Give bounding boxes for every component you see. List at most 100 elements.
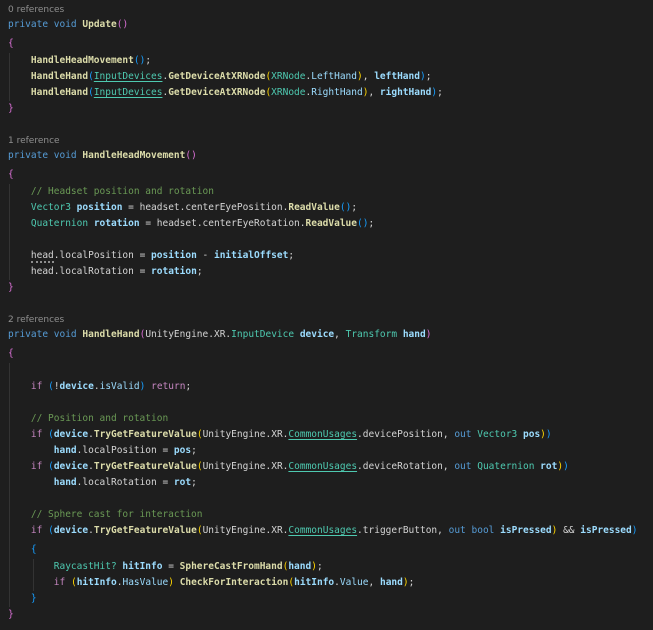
blank-line[interactable] bbox=[8, 117, 653, 133]
code-line[interactable]: Quaternion rotation = headset.centerEyeR… bbox=[8, 216, 653, 232]
code-line[interactable]: // Sphere cast for interaction bbox=[8, 507, 653, 523]
code-token: } bbox=[8, 282, 14, 293]
blank-line[interactable] bbox=[8, 491, 653, 507]
code-line[interactable]: head.localRotation = rotation; bbox=[8, 264, 653, 280]
code-token: HandleHeadMovement bbox=[82, 150, 186, 161]
code-line[interactable]: hand.localPosition = pos; bbox=[8, 443, 653, 459]
code-line[interactable]: HandleHeadMovement(); bbox=[8, 53, 653, 69]
code-token: head bbox=[30, 250, 54, 263]
code-token: ; bbox=[196, 266, 203, 277]
code-token: { bbox=[30, 544, 37, 555]
code-token: Vector3 bbox=[30, 202, 71, 213]
code-area[interactable]: 0 references private void Update() { Handl… bbox=[0, 0, 653, 630]
code-line[interactable]: } bbox=[8, 591, 653, 607]
code-line[interactable]: private void HandleHand(UnityEngine.XR.I… bbox=[8, 327, 653, 343]
code-line[interactable]: { bbox=[8, 343, 653, 363]
code-line[interactable]: if (device.TryGetFeatureValue(UnityEngin… bbox=[8, 459, 653, 475]
code-line[interactable]: } bbox=[8, 607, 653, 623]
code-token: ; bbox=[191, 445, 197, 456]
code-token: UnityEngine bbox=[202, 525, 266, 536]
code-line[interactable]: // Headset position and rotation bbox=[8, 184, 653, 200]
code-line[interactable]: HandleHand(InputDevices.GetDeviceAtXRNod… bbox=[8, 69, 653, 85]
code-line[interactable]: // Position and rotation bbox=[8, 411, 653, 427]
code-line[interactable]: private void Update() bbox=[8, 17, 653, 33]
code-token: InputDevice bbox=[231, 329, 295, 340]
codelens-label: 0 references bbox=[8, 5, 65, 15]
code-token: = bbox=[139, 218, 157, 229]
blank-line[interactable] bbox=[8, 232, 653, 248]
code-line[interactable]: } bbox=[8, 101, 653, 117]
code-token: ; bbox=[368, 218, 375, 229]
code-token: bool bbox=[471, 525, 495, 536]
code-line[interactable]: { bbox=[8, 539, 653, 559]
code-token: ; bbox=[408, 577, 415, 588]
code-line[interactable]: RaycastHit? hitInfo = SphereCastFromHand… bbox=[8, 559, 653, 575]
code-token: = bbox=[133, 250, 152, 261]
codelens-reference-count[interactable]: 2 references bbox=[8, 312, 653, 327]
code-token: localRotation bbox=[82, 477, 157, 488]
code-token: HandleHand bbox=[82, 329, 140, 340]
code-token: if bbox=[30, 429, 43, 440]
code-token: hand bbox=[288, 561, 312, 572]
code-token: if bbox=[30, 525, 43, 536]
indent-guide bbox=[9, 379, 10, 395]
code-token: head bbox=[30, 266, 54, 277]
code-token: ) bbox=[563, 461, 569, 472]
code-token: localPosition bbox=[82, 445, 157, 456]
code-line[interactable]: { bbox=[8, 164, 653, 184]
code-token: CommonUsages bbox=[288, 461, 358, 472]
code-token: HandleHand bbox=[30, 87, 89, 98]
code-token: Transform bbox=[345, 329, 398, 340]
code-line[interactable]: if (!device.isValid) return; bbox=[8, 379, 653, 395]
code-token: CommonUsages bbox=[288, 525, 358, 536]
code-token: XRNode bbox=[271, 87, 306, 98]
indent-guide bbox=[9, 53, 10, 69]
indent-guide bbox=[33, 575, 34, 591]
codelens-reference-count[interactable]: 0 references bbox=[8, 2, 653, 17]
code-token: XRNode bbox=[271, 71, 306, 82]
code-line[interactable]: private void HandleHeadMovement() bbox=[8, 148, 653, 164]
code-token: HasValue bbox=[122, 577, 169, 588]
blank-line[interactable] bbox=[8, 363, 653, 379]
code-token: = bbox=[162, 561, 180, 572]
code-token: ReadValue bbox=[288, 202, 340, 213]
blank-line[interactable] bbox=[8, 395, 653, 411]
code-line[interactable]: Vector3 position = headset.centerEyePosi… bbox=[8, 200, 653, 216]
indent-guide bbox=[9, 264, 10, 280]
code-token: hand bbox=[379, 577, 403, 588]
code-token: rightHand bbox=[379, 87, 432, 98]
code-token: XR bbox=[271, 525, 283, 536]
indent-guide bbox=[9, 539, 10, 559]
code-token: - bbox=[196, 250, 214, 261]
indent-guide bbox=[9, 232, 10, 248]
code-token: out bbox=[448, 525, 472, 536]
code-token: RaycastHit? bbox=[53, 561, 117, 572]
code-line[interactable]: head.localPosition = position - initialO… bbox=[8, 248, 653, 264]
code-line[interactable]: if (device.TryGetFeatureValue(UnityEngin… bbox=[8, 523, 653, 539]
code-token: pos bbox=[173, 445, 192, 456]
codelens-reference-count[interactable]: 1 reference bbox=[8, 133, 653, 148]
code-line[interactable]: if (hitInfo.HasValue) CheckForInteractio… bbox=[8, 575, 653, 591]
code-token: UnityEngine bbox=[202, 461, 266, 472]
indent-guide bbox=[9, 559, 10, 575]
code-token: if bbox=[30, 381, 43, 392]
code-line[interactable]: hand.localRotation = rot; bbox=[8, 475, 653, 491]
comment-token: // Sphere cast for interaction bbox=[30, 509, 203, 520]
code-line[interactable]: { bbox=[8, 33, 653, 53]
code-line[interactable]: HandleHand(InputDevices.GetDeviceAtXRNod… bbox=[8, 85, 653, 101]
code-token: = bbox=[156, 445, 174, 456]
code-token: Value bbox=[339, 577, 369, 588]
code-line[interactable]: if (device.TryGetFeatureValue(UnityEngin… bbox=[8, 427, 653, 443]
blank-line[interactable] bbox=[8, 296, 653, 312]
code-token: rotation bbox=[151, 266, 197, 277]
indent-guide bbox=[9, 248, 10, 264]
code-token: ) bbox=[122, 19, 129, 30]
indent-guide bbox=[9, 427, 10, 443]
code-line[interactable]: } bbox=[8, 280, 653, 296]
code-token: ) bbox=[425, 329, 432, 340]
code-token: } bbox=[30, 593, 37, 604]
